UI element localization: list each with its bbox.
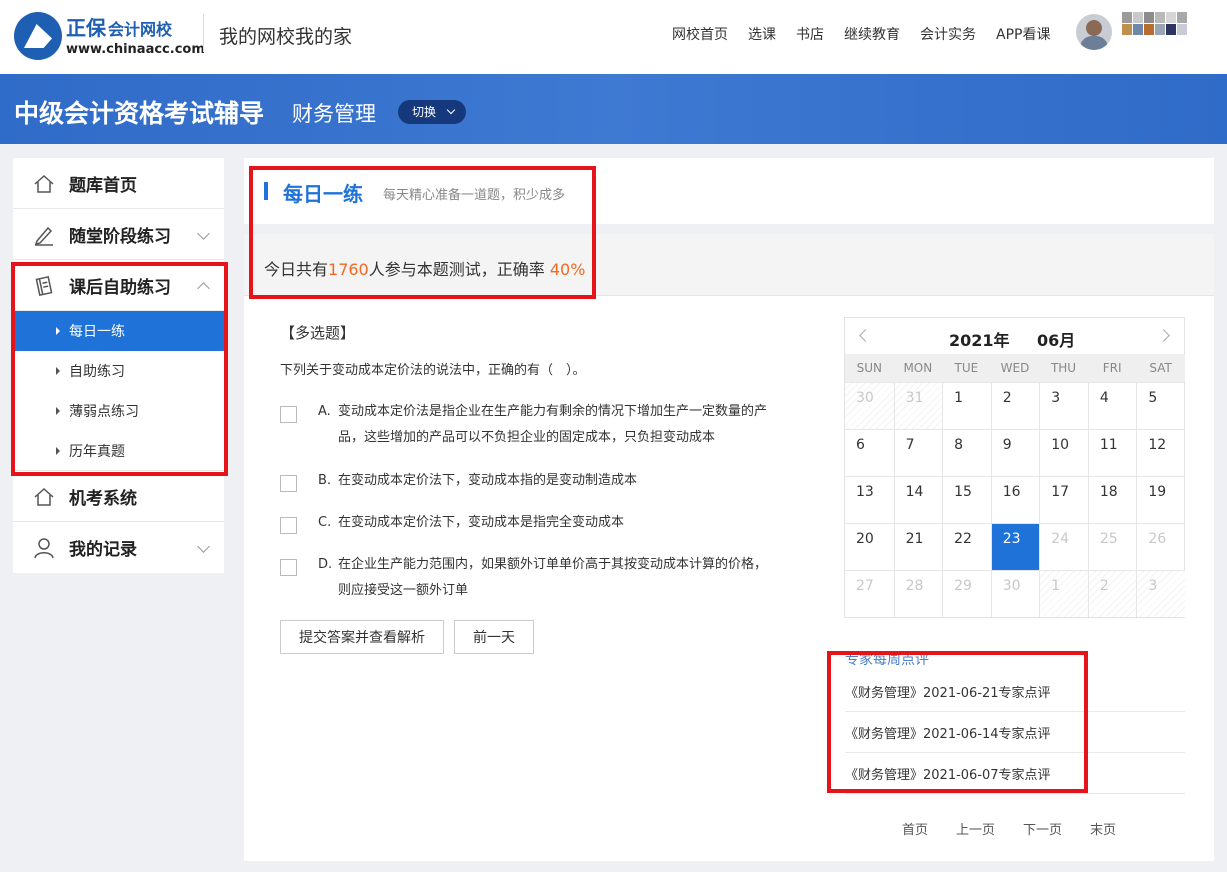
calendar-day[interactable]: 29 — [942, 570, 991, 617]
user-icon — [34, 538, 54, 559]
calendar-weekday: WED — [990, 354, 1040, 382]
calendar: 2021年 06月 SUN MON TUE WED THU FRI SAT 30 31 1 2 3 4 5… — [844, 317, 1185, 618]
previous-day-button[interactable]: 前一天 — [454, 620, 534, 654]
home-icon — [34, 174, 54, 193]
slogan: 我的网校我的家 — [219, 26, 353, 48]
calendar-header: 2021年 06月 — [845, 318, 1184, 354]
calendar-day[interactable]: 11 — [1087, 429, 1137, 476]
calendar-day[interactable]: 24 — [1039, 523, 1088, 570]
calendar-day[interactable]: 9 — [990, 429, 1040, 476]
calendar-day[interactable]: 4 — [1087, 382, 1137, 429]
course-title: 中级会计资格考试辅导 — [14, 99, 265, 128]
calendar-day[interactable]: 16 — [990, 476, 1040, 523]
calendar-day[interactable]: 20 — [845, 523, 894, 570]
calendar-day[interactable]: 6 — [845, 429, 894, 476]
calendar-day[interactable]: 17 — [1039, 476, 1088, 523]
brand-divider — [203, 14, 204, 52]
calendar-day[interactable]: 26 — [1136, 523, 1185, 570]
annotation-box — [11, 262, 228, 476]
calendar-day[interactable]: 15 — [942, 476, 991, 523]
nav-courses[interactable]: 选课 — [748, 24, 776, 44]
calendar-day[interactable]: 30 — [845, 382, 894, 429]
calendar-day[interactable]: 19 — [1136, 476, 1185, 523]
calendar-day[interactable]: 12 — [1136, 429, 1185, 476]
pagination: 首页 上一页 下一页 末页 — [902, 819, 1144, 838]
chevron-down-icon — [197, 227, 210, 240]
home-icon — [34, 487, 54, 506]
calendar-weekday: FRI — [1087, 354, 1137, 382]
calendar-day[interactable]: 13 — [845, 476, 894, 523]
calendar-grid: SUN MON TUE WED THU FRI SAT 30 31 1 2 3 4 5 6 7 8 9 10 11 12… — [845, 354, 1185, 617]
calendar-day[interactable]: 1 — [1039, 570, 1088, 617]
username-pixelated[interactable] — [1122, 12, 1187, 36]
question-type: 【多选题】 — [280, 324, 356, 342]
calendar-day[interactable]: 7 — [893, 429, 943, 476]
calendar-year: 2021年 — [949, 331, 1010, 350]
calendar-day[interactable]: 30 — [990, 570, 1040, 617]
sidebar-item-stage-practice[interactable]: 随堂阶段练习 — [13, 209, 224, 260]
calendar-weekday: THU — [1039, 354, 1088, 382]
calendar-day[interactable]: 27 — [845, 570, 894, 617]
chevron-down-icon — [446, 105, 456, 115]
calendar-weekday: SUN — [845, 354, 894, 382]
calendar-day[interactable]: 25 — [1087, 523, 1137, 570]
calendar-month: 06月 — [1037, 331, 1076, 350]
top-header: 正保 会计网校 www.chinaacc.com 我的网校我的家 网校首页 选课 … — [0, 0, 1227, 74]
option-c-checkbox[interactable] — [280, 517, 297, 534]
course-banner: 中级会计资格考试辅导 财务管理 切换 — [0, 74, 1227, 144]
calendar-day[interactable]: 28 — [893, 570, 943, 617]
brand-url: www.chinaacc.com — [66, 42, 205, 57]
option-d-checkbox[interactable] — [280, 559, 297, 576]
calendar-weekday: TUE — [942, 354, 991, 382]
sidebar-item-question-bank-home[interactable]: 题库首页 — [13, 158, 224, 209]
subject-name: 财务管理 — [292, 102, 376, 126]
calendar-day[interactable]: 8 — [942, 429, 991, 476]
page-prev[interactable]: 上一页 — [956, 819, 995, 838]
calendar-day[interactable]: 22 — [942, 523, 991, 570]
calendar-weekday: SAT — [1136, 354, 1185, 382]
switch-subject-button[interactable]: 切换 — [398, 100, 466, 124]
calendar-day[interactable]: 2 — [990, 382, 1040, 429]
submit-answer-button[interactable]: 提交答案并查看解析 — [280, 620, 444, 654]
option-b-checkbox[interactable] — [280, 475, 297, 492]
annotation-box — [249, 166, 596, 299]
calendar-day[interactable]: 18 — [1087, 476, 1137, 523]
nav-accounting-practice[interactable]: 会计实务 — [920, 24, 976, 44]
sidebar-item-my-records[interactable]: 我的记录 — [13, 522, 224, 573]
calendar-day[interactable]: 14 — [893, 476, 943, 523]
calendar-day[interactable]: 5 — [1136, 382, 1185, 429]
page-first[interactable]: 首页 — [902, 819, 928, 838]
question-stem: 下列关于变动成本定价法的说法中，正确的有（ ）。 — [280, 363, 586, 378]
brand-name[interactable]: 正保 会计网校 — [66, 12, 172, 41]
calendar-day[interactable]: 3 — [1136, 570, 1185, 617]
nav-bookstore[interactable]: 书店 — [796, 24, 824, 44]
nav-app[interactable]: APP看课 — [996, 24, 1050, 44]
sidebar-item-exam-system[interactable]: 机考系统 — [13, 471, 224, 522]
calendar-day[interactable]: 3 — [1039, 382, 1088, 429]
calendar-day-today[interactable]: 23 — [990, 523, 1040, 570]
nav-continuing-ed[interactable]: 继续教育 — [844, 24, 900, 44]
nav-home[interactable]: 网校首页 — [672, 24, 728, 44]
chevron-down-icon — [197, 540, 210, 553]
calendar-day[interactable]: 21 — [893, 523, 943, 570]
pen-icon — [34, 226, 53, 246]
user-avatar[interactable] — [1076, 14, 1112, 50]
calendar-weekday: MON — [893, 354, 943, 382]
top-nav: 网校首页 选课 书店 继续教育 会计实务 APP看课 — [672, 24, 1070, 44]
chevron-left-icon[interactable] — [859, 329, 872, 342]
calendar-day[interactable]: 2 — [1087, 570, 1137, 617]
option-a-checkbox[interactable] — [280, 406, 297, 423]
chinaacc-logo-icon[interactable] — [14, 12, 62, 60]
calendar-day[interactable]: 10 — [1039, 429, 1088, 476]
calendar-day[interactable]: 31 — [893, 382, 943, 429]
page-last[interactable]: 末页 — [1090, 819, 1116, 838]
calendar-day[interactable]: 1 — [942, 382, 991, 429]
page-next[interactable]: 下一页 — [1023, 819, 1062, 838]
annotation-box — [827, 651, 1088, 793]
chevron-right-icon[interactable] — [1157, 329, 1170, 342]
